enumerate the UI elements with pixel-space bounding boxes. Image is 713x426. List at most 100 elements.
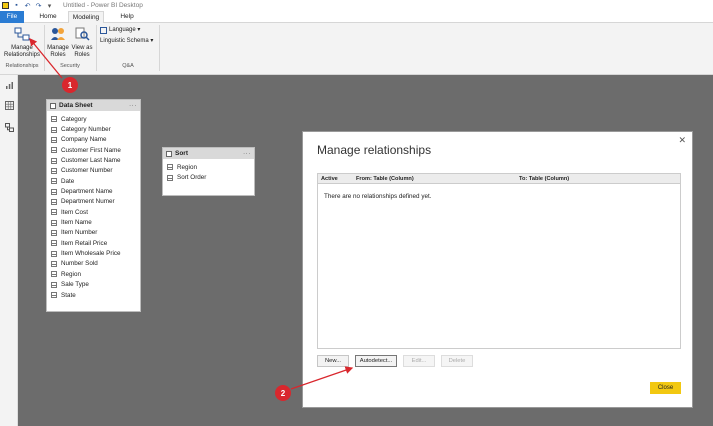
field-icon: [51, 260, 57, 267]
redo-icon[interactable]: ↷: [35, 2, 42, 10]
tab-file[interactable]: File: [0, 11, 24, 23]
table-card-data-sheet[interactable]: Data Sheet ··· Category Category Number Co…: [46, 99, 141, 312]
data-view-icon[interactable]: [5, 101, 14, 110]
ribbon-tabs: File Home Modeling Help: [0, 11, 713, 24]
view-as-roles-button[interactable]: View as Roles: [70, 27, 94, 59]
field-row[interactable]: Category: [47, 114, 140, 124]
field-row[interactable]: Customer Number: [47, 166, 140, 176]
field-label: Customer Last Name: [61, 157, 121, 165]
field-icon: [51, 116, 57, 123]
table-icon: [166, 150, 172, 157]
field-label: Company Name: [61, 136, 107, 144]
title-bar: ▪ ↶ ↷ ▾ Untitled - Power BI Desktop: [0, 0, 713, 11]
field-icon: [51, 240, 57, 247]
view-as-roles-line1: View as: [71, 45, 93, 51]
table-card-header[interactable]: Data Sheet ···: [47, 100, 140, 111]
field-label: Customer Number: [61, 167, 113, 175]
field-row[interactable]: Region: [163, 162, 254, 172]
table-card-sort[interactable]: Sort ··· Region Sort Order: [162, 147, 255, 196]
manage-relationships-button[interactable]: Manage Relationships: [2, 27, 42, 59]
field-list: Category Category Number Company Name Custo…: [47, 111, 140, 300]
field-label: Sale Type: [61, 281, 89, 289]
field-label: Department Numer: [61, 198, 115, 206]
field-row[interactable]: Number Sold: [47, 259, 140, 269]
view-as-roles-line2: Roles: [74, 52, 90, 58]
field-list: Region Sort Order: [163, 159, 254, 183]
field-row[interactable]: Item Number: [47, 228, 140, 238]
relationships-icon: [14, 27, 30, 41]
callout-1: 1: [62, 77, 78, 93]
manage-roles-button[interactable]: Manage Roles: [46, 27, 70, 59]
ribbon-divider: [159, 25, 160, 71]
field-row[interactable]: Company Name: [47, 135, 140, 145]
field-icon: [167, 174, 173, 181]
dialog-title: Manage relationships: [317, 143, 432, 157]
ribbon: Manage Relationships Relationships Manag…: [0, 23, 713, 75]
close-button[interactable]: Close: [650, 382, 681, 394]
field-row[interactable]: Item Retail Price: [47, 238, 140, 248]
field-icon: [51, 157, 57, 164]
column-header-to[interactable]: To: Table (Column): [519, 176, 569, 182]
field-icon: [51, 219, 57, 226]
field-row[interactable]: Customer First Name: [47, 145, 140, 155]
save-icon[interactable]: ▪: [13, 2, 20, 9]
group-label-security: Security: [60, 63, 80, 69]
empty-message: There are no relationships defined yet.: [324, 193, 432, 200]
delete-button[interactable]: Delete: [441, 355, 473, 367]
field-row[interactable]: Item Wholesale Price: [47, 248, 140, 258]
table-card-header[interactable]: Sort ···: [163, 148, 254, 159]
field-row[interactable]: Item Name: [47, 217, 140, 227]
more-options-icon[interactable]: ···: [243, 150, 251, 157]
field-row[interactable]: Sale Type: [47, 280, 140, 290]
view-switcher: [0, 75, 18, 426]
language-label: Language ▾: [109, 27, 141, 33]
field-row[interactable]: Department Numer: [47, 197, 140, 207]
new-button[interactable]: New...: [317, 355, 349, 367]
window-title: Untitled - Power BI Desktop: [63, 2, 143, 9]
powerbi-logo-icon: [2, 2, 9, 9]
field-label: Region: [177, 163, 197, 171]
callout-2: 2: [275, 385, 291, 401]
more-options-icon[interactable]: ···: [129, 102, 137, 109]
manage-relationships-line1: Manage: [11, 45, 33, 51]
field-icon: [51, 229, 57, 236]
autodetect-button[interactable]: Autodetect...: [355, 355, 397, 367]
field-label: Item Number: [61, 229, 98, 237]
language-button[interactable]: Language ▾: [100, 27, 156, 34]
column-header-from[interactable]: From: Table (Column): [356, 176, 414, 182]
field-icon: [51, 136, 57, 143]
field-row[interactable]: Sort Order: [163, 172, 254, 182]
column-header-active[interactable]: Active: [321, 176, 338, 182]
field-row[interactable]: State: [47, 290, 140, 300]
field-row[interactable]: Region: [47, 269, 140, 279]
report-view-icon[interactable]: [5, 81, 14, 90]
field-label: Date: [61, 177, 75, 185]
close-icon[interactable]: ✕: [678, 135, 686, 146]
field-row[interactable]: Item Cost: [47, 207, 140, 217]
edit-button[interactable]: Edit...: [403, 355, 435, 367]
table-icon: [50, 102, 56, 109]
field-row[interactable]: Department Name: [47, 186, 140, 196]
field-row[interactable]: Category Number: [47, 124, 140, 134]
field-label: State: [61, 291, 76, 299]
tab-home[interactable]: Home: [36, 11, 60, 23]
customize-toolbar-icon[interactable]: ▾: [46, 2, 53, 10]
field-label: Department Name: [61, 188, 113, 196]
group-label-relationships: Relationships: [5, 63, 39, 69]
field-icon: [51, 209, 57, 216]
field-icon: [167, 164, 173, 171]
linguistic-schema-button[interactable]: Linguistic Schema ▾: [100, 38, 158, 45]
undo-icon[interactable]: ↶: [24, 2, 31, 10]
table-name: Sort: [175, 150, 188, 157]
field-icon: [51, 178, 57, 185]
relationships-view-icon[interactable]: [5, 123, 14, 132]
field-icon: [51, 147, 57, 154]
field-row[interactable]: Customer Last Name: [47, 155, 140, 165]
field-icon: [51, 188, 57, 195]
field-label: Item Cost: [61, 208, 88, 216]
field-row[interactable]: Date: [47, 176, 140, 186]
tab-help[interactable]: Help: [118, 11, 136, 23]
relationships-table-header: Active From: Table (Column) To: Table (C…: [318, 174, 680, 184]
field-icon: [51, 126, 57, 133]
field-label: Item Name: [61, 219, 92, 227]
